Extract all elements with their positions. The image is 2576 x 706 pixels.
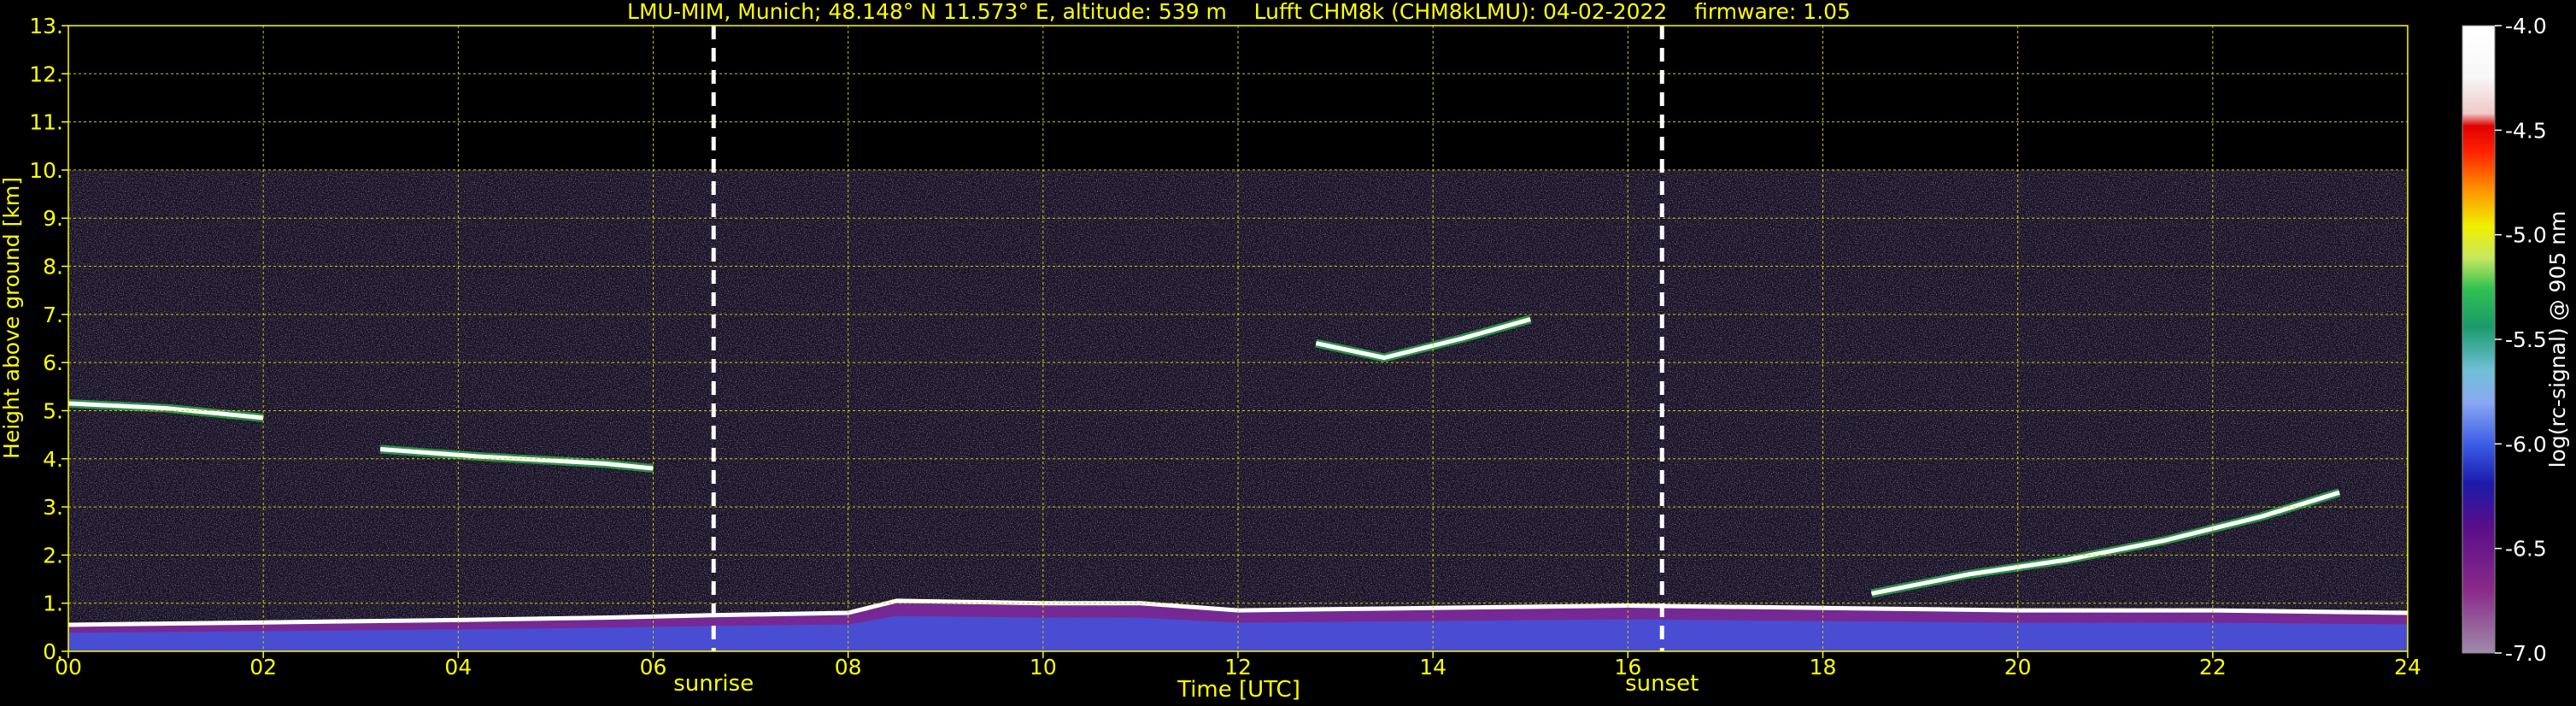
colorbar-tick-label: -4.0 xyxy=(2505,14,2547,38)
x-tick-label: 04 xyxy=(444,655,472,680)
y-tick-label: 3. xyxy=(43,495,63,520)
marker-label-sunrise: sunrise xyxy=(673,671,754,697)
x-axis-label: Time [UTC] xyxy=(1177,677,1300,703)
x-tick-label: 08 xyxy=(835,655,862,680)
x-tick-label: 14 xyxy=(1419,655,1446,680)
colorbar-label: log(rc-signal) @ 905 nm xyxy=(2545,211,2570,468)
colorbar-tick-label: -7.0 xyxy=(2505,641,2547,666)
colorbar-tick-label: -4.5 xyxy=(2505,118,2547,143)
y-tick-label: 4. xyxy=(43,447,63,472)
y-tick-label: 5. xyxy=(43,398,63,423)
x-tick-label: 10 xyxy=(1030,655,1057,680)
chart-title: LMU-MIM, Munich; 48.148° N 11.573° E, al… xyxy=(627,0,1851,24)
x-tick-label: 02 xyxy=(249,655,277,680)
x-tick-label: 18 xyxy=(1810,655,1837,680)
y-tick-label: 9. xyxy=(43,206,63,231)
y-tick-label: 8. xyxy=(43,255,63,279)
y-tick-label: 7. xyxy=(43,303,63,327)
y-tick-label: 12. xyxy=(29,62,63,86)
y-tick-label: 13. xyxy=(29,14,63,38)
colorbar-tick-label: -6.0 xyxy=(2505,432,2547,456)
x-tick-label: 24 xyxy=(2394,655,2421,680)
colorbar-tick-label: -6.5 xyxy=(2505,537,2547,562)
y-axis-label: Height above ground [km] xyxy=(0,177,24,459)
x-tick-label: 22 xyxy=(2199,655,2227,680)
colorbar xyxy=(2462,25,2496,654)
y-tick-label: 0. xyxy=(43,639,63,664)
x-tick-label: 06 xyxy=(640,655,667,680)
y-tick-label: 11. xyxy=(29,110,63,135)
x-tick-label: 12 xyxy=(1224,655,1252,680)
y-tick-label: 10. xyxy=(29,158,63,183)
y-tick-label: 6. xyxy=(43,350,63,375)
colorbar-tick-label: -5.0 xyxy=(2505,223,2547,248)
colorbar-tick-label: -5.5 xyxy=(2505,327,2547,352)
y-tick-label: 1. xyxy=(43,591,63,616)
ceilometer-chart: sunrise sunset 00 02 04 06 08 10 12 14 16 18 20 22 24… xyxy=(0,0,2570,703)
y-tick-label: 2. xyxy=(43,543,63,568)
x-tick-label: 16 xyxy=(1614,655,1641,680)
colorbar-ticks: -4.0 -4.5 -5.0 -5.5 -6.0 -6.5 -7.0 xyxy=(2495,14,2547,666)
x-tick-label: 20 xyxy=(2004,655,2032,680)
